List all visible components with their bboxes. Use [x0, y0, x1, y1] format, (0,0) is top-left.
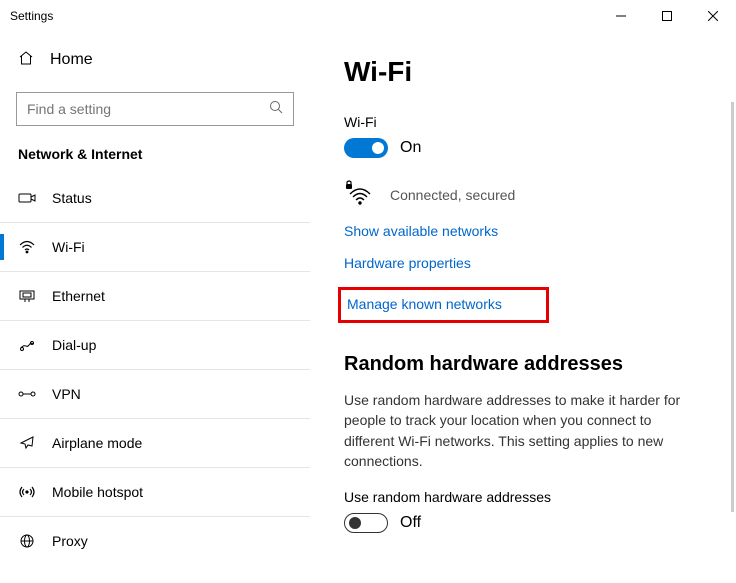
sidebar-section-header: Network & Internet — [0, 146, 310, 176]
window-controls — [598, 1, 736, 31]
sidebar-item-wifi[interactable]: Wi-Fi — [0, 225, 310, 269]
search-input[interactable] — [16, 92, 294, 126]
search-icon — [269, 100, 283, 119]
ethernet-icon — [18, 289, 36, 303]
home-icon — [18, 50, 34, 71]
sidebar-item-label: Status — [52, 190, 92, 206]
divider — [0, 467, 310, 468]
maximize-button[interactable] — [644, 1, 690, 31]
divider — [0, 418, 310, 419]
titlebar: Settings — [0, 0, 736, 32]
sidebar-item-home[interactable]: Home — [0, 40, 310, 80]
sidebar-item-vpn[interactable]: VPN — [0, 372, 310, 416]
divider — [0, 222, 310, 223]
sidebar: Home Network & Internet Status Wi-Fi — [0, 32, 310, 583]
sidebar-item-dialup[interactable]: Dial-up — [0, 323, 310, 367]
sidebar-item-ethernet[interactable]: Ethernet — [0, 274, 310, 318]
manage-known-networks-highlight: Manage known networks — [338, 287, 549, 323]
sidebar-item-label: Wi-Fi — [52, 239, 85, 255]
sidebar-item-airplane[interactable]: Airplane mode — [0, 421, 310, 465]
wifi-toggle-state: On — [400, 139, 421, 157]
divider — [0, 320, 310, 321]
vpn-icon — [18, 389, 36, 399]
status-icon — [18, 191, 36, 205]
wifi-toggle[interactable] — [344, 138, 388, 158]
connection-status-text: Connected, secured — [390, 187, 515, 203]
connection-status-row: Connected, secured — [344, 180, 716, 209]
sidebar-item-proxy[interactable]: Proxy — [0, 519, 310, 563]
search-field[interactable] — [27, 101, 269, 117]
sidebar-item-label: Mobile hotspot — [52, 484, 143, 500]
random-toggle-label: Use random hardware addresses — [344, 489, 716, 505]
window-title: Settings — [10, 9, 53, 23]
divider — [0, 271, 310, 272]
wifi-icon — [18, 240, 36, 254]
scrollbar[interactable] — [731, 102, 734, 512]
airplane-icon — [18, 435, 36, 451]
proxy-icon — [18, 534, 36, 548]
hardware-properties-link[interactable]: Hardware properties — [344, 255, 471, 271]
divider — [0, 516, 310, 517]
wifi-toggle-label: Wi-Fi — [344, 114, 716, 130]
random-addresses-heading: Random hardware addresses — [344, 353, 716, 376]
manage-known-networks-link[interactable]: Manage known networks — [347, 296, 502, 312]
main-content: Wi-Fi Wi-Fi On Connected, secured Show a… — [310, 32, 736, 583]
show-available-networks-link[interactable]: Show available networks — [344, 223, 498, 239]
sidebar-item-hotspot[interactable]: Mobile hotspot — [0, 470, 310, 514]
sidebar-item-label: Airplane mode — [52, 435, 142, 451]
divider — [0, 369, 310, 370]
home-label: Home — [50, 51, 93, 69]
sidebar-item-label: Dial-up — [52, 337, 96, 353]
close-button[interactable] — [690, 1, 736, 31]
random-addresses-description: Use random hardware addresses to make it… — [344, 390, 704, 471]
sidebar-item-status[interactable]: Status — [0, 176, 310, 220]
wifi-secured-icon — [344, 180, 374, 209]
minimize-button[interactable] — [598, 1, 644, 31]
sidebar-item-label: VPN — [52, 386, 81, 402]
dialup-icon — [18, 338, 36, 352]
hotspot-icon — [18, 485, 36, 499]
page-title: Wi-Fi — [344, 56, 716, 88]
sidebar-item-label: Proxy — [52, 533, 88, 549]
random-toggle-state: Off — [400, 514, 421, 532]
random-addresses-toggle[interactable] — [344, 513, 388, 533]
sidebar-item-label: Ethernet — [52, 288, 105, 304]
